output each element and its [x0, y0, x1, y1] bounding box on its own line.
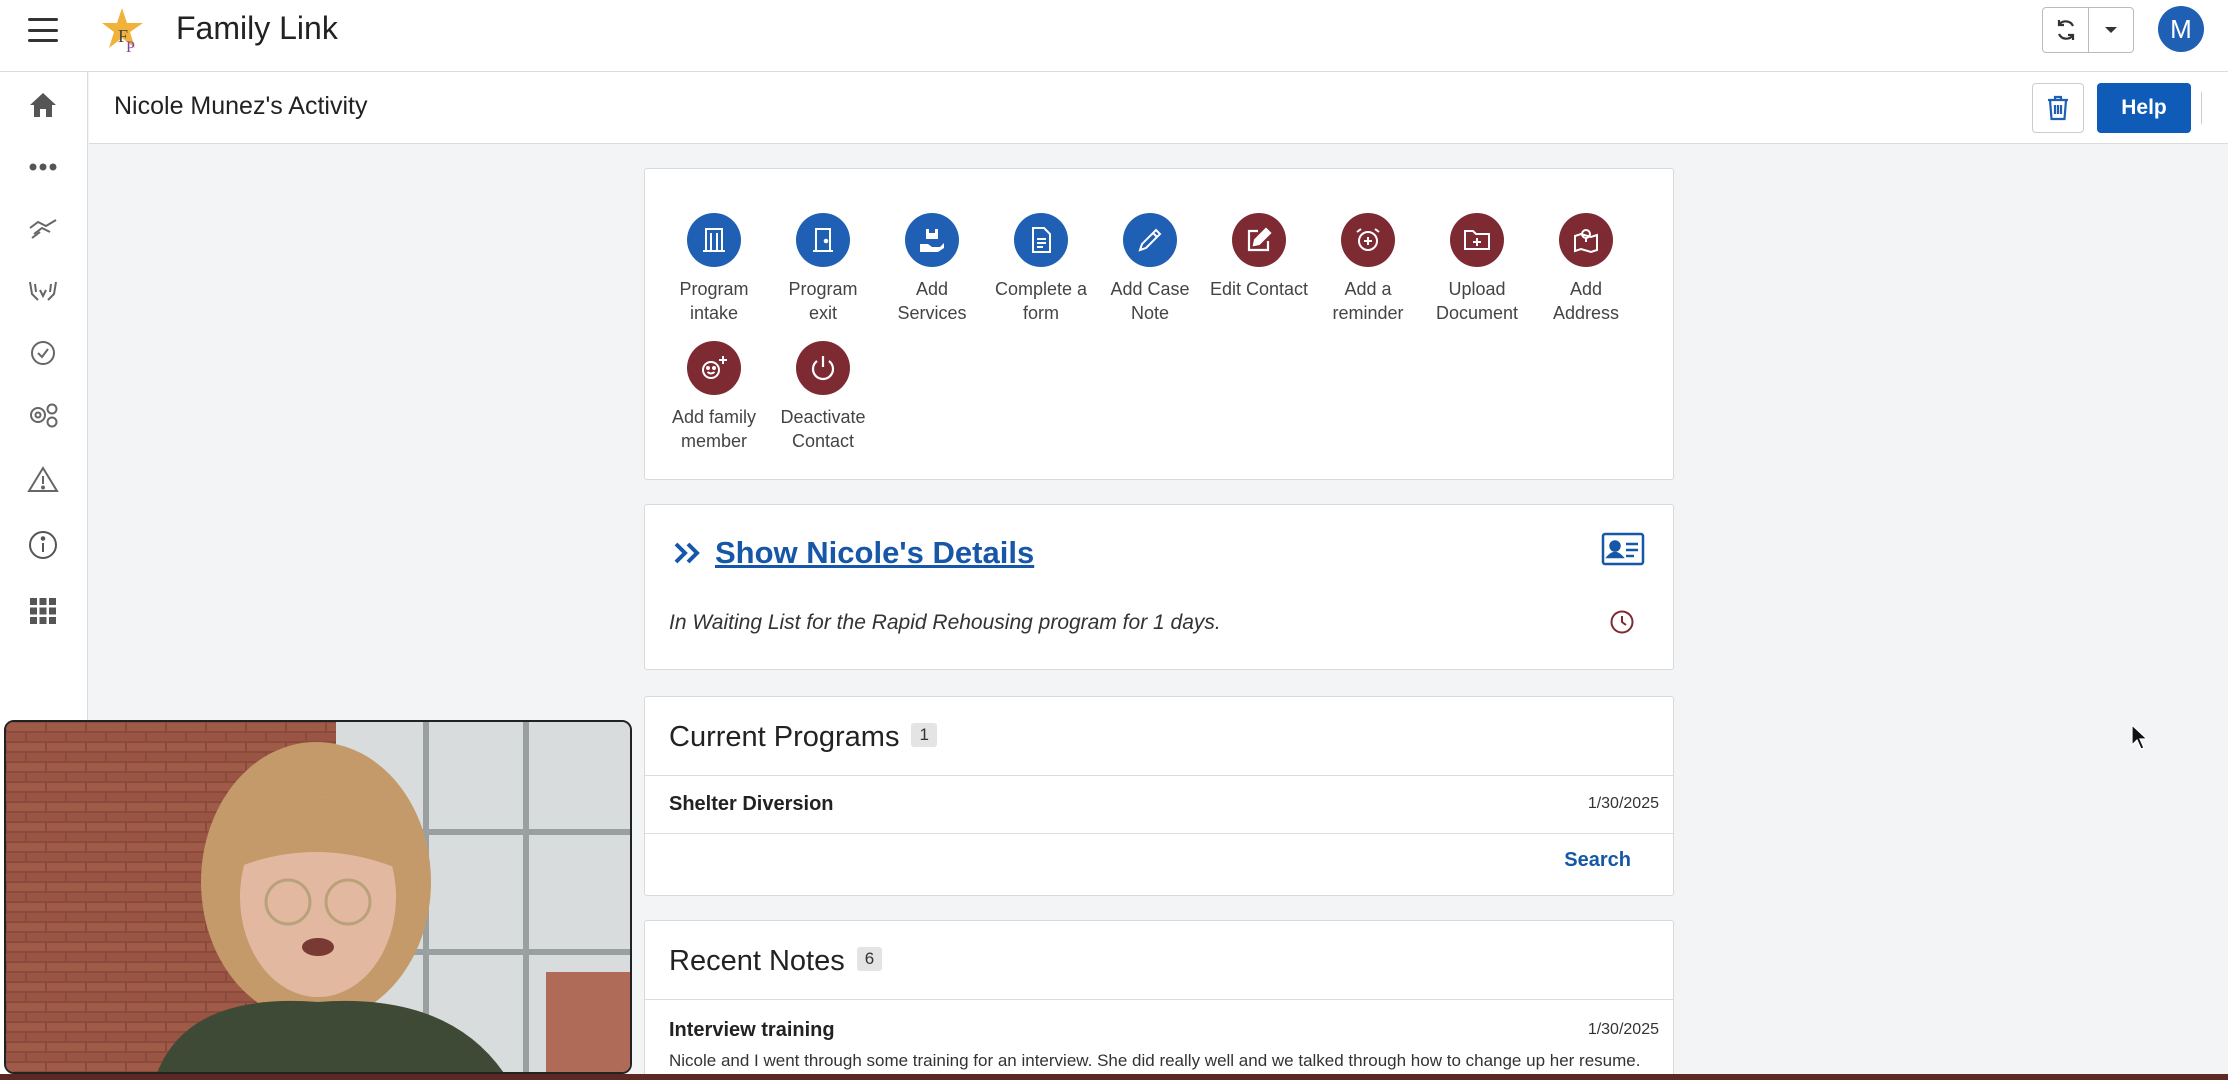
- user-avatar[interactable]: M: [2158, 6, 2204, 52]
- edit-contact-action[interactable]: Edit Contact: [1204, 213, 1314, 301]
- action-label: Address: [1552, 303, 1620, 323]
- map-icon: [1559, 213, 1613, 267]
- complete-form-action[interactable]: Complete a form: [986, 213, 1096, 325]
- action-label: Services: [897, 303, 967, 323]
- note-body: Nicole and I went through some training …: [669, 1051, 1641, 1070]
- action-label: Add: [1569, 279, 1603, 299]
- add-reminder-action[interactable]: Add a reminder: [1313, 213, 1423, 325]
- program-date: 1/30/2025: [1587, 795, 1659, 812]
- recent-notes-title: Recent Notes 6: [669, 945, 883, 978]
- app-title: Family Link: [176, 10, 338, 46]
- refresh-dropdown-button[interactable]: [2089, 8, 2133, 52]
- action-label: Contact: [791, 431, 855, 451]
- webcam-video-overlay[interactable]: [4, 720, 632, 1074]
- mouse-cursor-icon: [2131, 724, 2149, 750]
- action-label: Add family: [671, 407, 757, 427]
- family-link-logo: F P: [102, 8, 143, 56]
- action-label: exit: [808, 303, 837, 323]
- add-family-member-action[interactable]: Add family member: [659, 341, 769, 453]
- double-chevron-right-icon[interactable]: [673, 541, 703, 565]
- action-label: Add a: [1344, 279, 1392, 299]
- apps-grid-icon[interactable]: [26, 594, 60, 628]
- action-label: form: [1023, 303, 1059, 323]
- recent-notes-card: Recent Notes 6 Interview training 1/30/20…: [644, 920, 1674, 1080]
- add-address-action[interactable]: Add Address: [1531, 213, 1641, 325]
- svg-text:P: P: [126, 39, 135, 56]
- refresh-icon: [2057, 20, 2074, 40]
- action-label: Program: [679, 279, 749, 299]
- action-label: Add Case: [1110, 279, 1190, 299]
- action-label: Document: [1435, 303, 1519, 323]
- divider: [645, 999, 1673, 1000]
- page-title: Nicole Munez's Activity: [114, 92, 368, 120]
- contact-card-icon[interactable]: [1601, 531, 1645, 567]
- edit-icon: [1232, 213, 1286, 267]
- hands-icon[interactable]: [26, 274, 60, 308]
- action-label: Edit Contact: [1209, 279, 1309, 299]
- action-label: reminder: [1332, 303, 1404, 323]
- action-label: Deactivate: [780, 407, 866, 427]
- section-title-text: Recent Notes: [669, 945, 845, 977]
- upload-document-action[interactable]: Upload Document: [1422, 213, 1532, 325]
- more-icon[interactable]: [26, 150, 60, 184]
- details-card: Show Nicole's Details In Waiting List fo…: [644, 504, 1674, 670]
- info-icon[interactable]: [26, 528, 60, 562]
- home-icon[interactable]: [26, 88, 60, 122]
- smile-plus-icon: [687, 341, 741, 395]
- handshake-icon[interactable]: [26, 212, 60, 246]
- hamburger-menu-icon[interactable]: [28, 18, 58, 42]
- divider: [645, 775, 1673, 776]
- trash-icon: [2048, 95, 2068, 121]
- header-divider: [2201, 92, 2202, 124]
- building-icon: [687, 213, 741, 267]
- deactivate-contact-action[interactable]: Deactivate Contact: [768, 341, 878, 453]
- delete-button[interactable]: [2032, 83, 2084, 133]
- action-label: Note: [1130, 303, 1170, 323]
- program-name[interactable]: Shelter Diversion: [669, 793, 834, 816]
- action-label: Upload: [1448, 279, 1506, 299]
- webcam-image: [6, 722, 630, 1072]
- action-label: Add: [915, 279, 949, 299]
- count-badge: 1: [911, 723, 937, 748]
- count-badge: 6: [856, 947, 883, 972]
- quick-actions-card: Program intake Program exit Add Services Co…: [644, 168, 1674, 480]
- divider: [645, 833, 1673, 834]
- power-icon: [796, 341, 850, 395]
- section-title-text: Current Programs: [669, 721, 900, 753]
- help-button[interactable]: Help: [2097, 83, 2191, 133]
- program-intake-action[interactable]: Program intake: [659, 213, 769, 325]
- program-status-text: In Waiting List for the Rapid Rehousing …: [669, 611, 1221, 634]
- refresh-split-button: [2042, 7, 2134, 53]
- action-label: Complete a: [994, 279, 1088, 299]
- badge-check-icon[interactable]: [26, 336, 60, 370]
- alarm-icon: [1341, 213, 1395, 267]
- refresh-button[interactable]: [2043, 8, 2089, 52]
- page-header: Nicole Munez's Activity Help: [89, 72, 2228, 144]
- folder-plus-icon: [1450, 213, 1504, 267]
- pen-icon: [1123, 213, 1177, 267]
- search-programs-link[interactable]: Search: [1564, 849, 1631, 872]
- action-label: intake: [689, 303, 739, 323]
- caret-down-icon: [2105, 27, 2117, 33]
- document-icon: [1014, 213, 1068, 267]
- current-programs-title: Current Programs 1: [669, 721, 937, 754]
- gears-icon[interactable]: [26, 398, 60, 432]
- hand-box-icon: [905, 213, 959, 267]
- note-title[interactable]: Interview training: [669, 1019, 835, 1042]
- add-case-note-action[interactable]: Add Case Note: [1095, 213, 1205, 325]
- action-label: member: [680, 431, 747, 451]
- action-label: Program: [788, 279, 858, 299]
- door-icon: [796, 213, 850, 267]
- warning-icon[interactable]: [26, 462, 60, 496]
- top-bar: F P Family Link M: [0, 0, 2228, 72]
- bottom-strip: [0, 1074, 2228, 1080]
- current-programs-card: Current Programs 1 Shelter Diversion 1/30…: [644, 696, 1674, 896]
- add-services-action[interactable]: Add Services: [877, 213, 987, 325]
- program-exit-action[interactable]: Program exit: [768, 213, 878, 325]
- show-details-link[interactable]: Show Nicole's Details: [715, 535, 1034, 571]
- clock-icon[interactable]: [1609, 609, 1635, 635]
- note-date: 1/30/2025: [1587, 1021, 1659, 1038]
